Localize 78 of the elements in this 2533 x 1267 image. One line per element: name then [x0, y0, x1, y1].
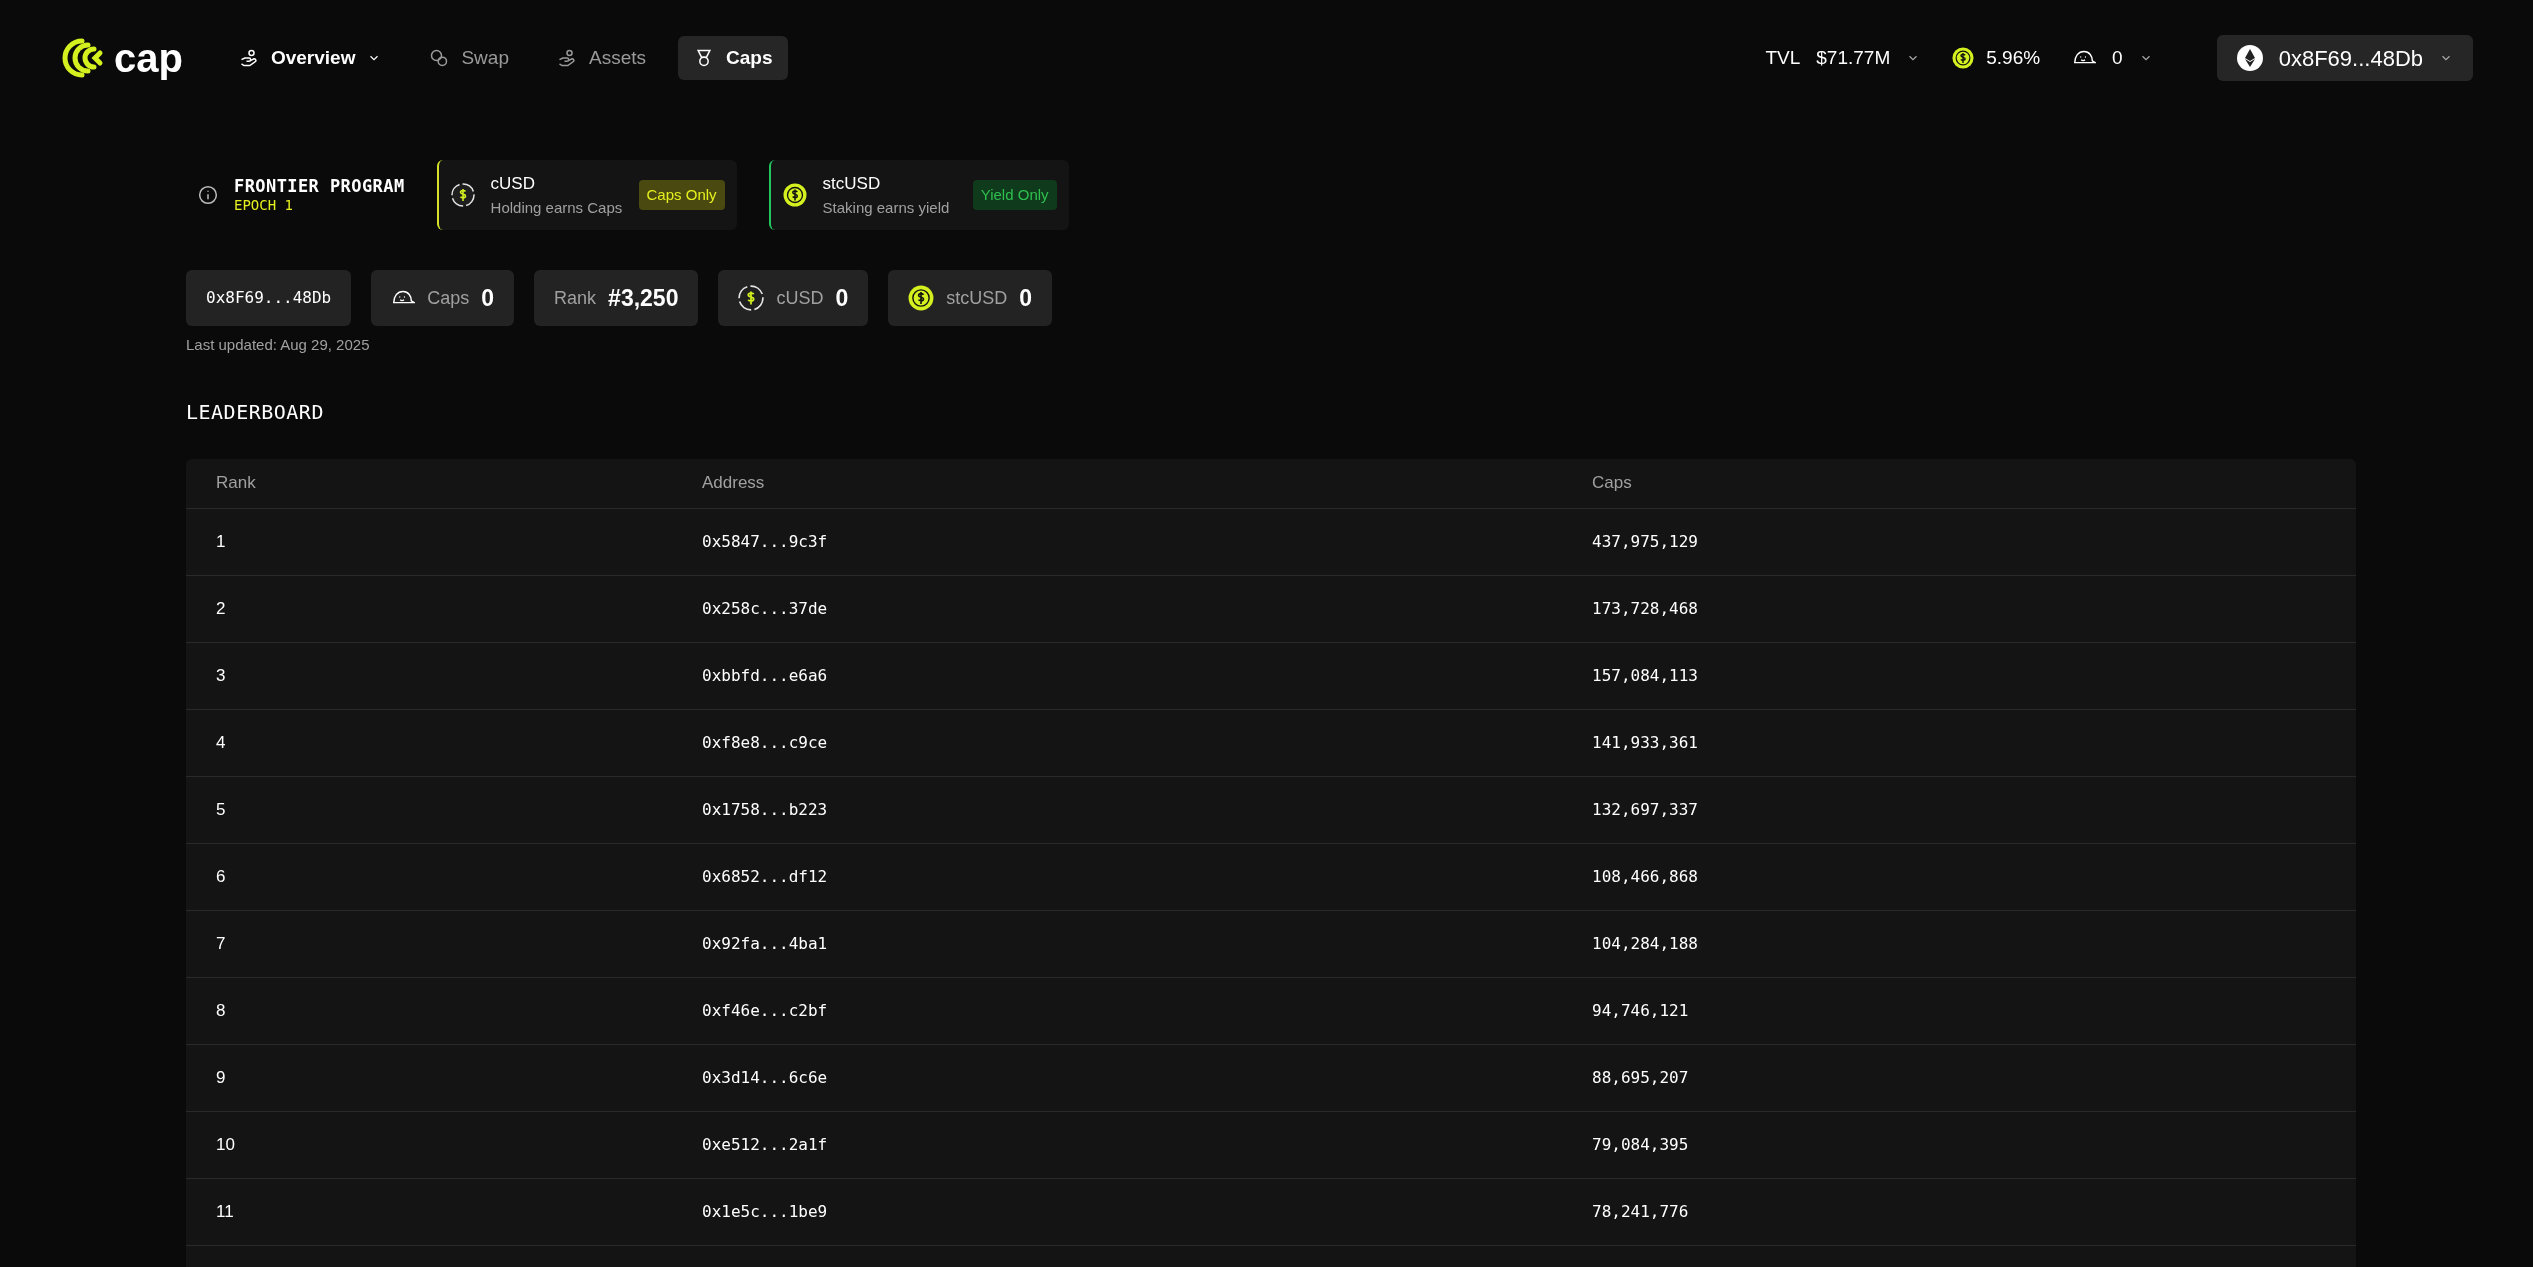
stat-address: 0x8F69...48Db	[206, 287, 332, 309]
column-header: Address	[702, 472, 766, 495]
column-header: Rank	[216, 472, 257, 495]
table-cell-text: 0x92fa...4ba1	[702, 932, 829, 955]
coins-icon	[429, 48, 450, 68]
token-name: stcUSD	[822, 173, 882, 195]
stat-label: Rank	[554, 286, 597, 310]
table-cell-text: 0xbbfd...e6a6	[702, 664, 829, 687]
nav-tab[interactable]: Assets	[540, 36, 662, 80]
table-cell-text: 0x258c...37de	[702, 597, 829, 620]
table-cell-text: 0x5847...9c3f	[702, 530, 829, 553]
tvl-value: $71.77M	[1816, 45, 1891, 70]
apy-value: 5.96%	[1986, 45, 2041, 70]
caps-count: 0	[2112, 45, 2123, 70]
token-description: Staking earns yield	[822, 197, 951, 218]
dollar-coin-icon	[1952, 47, 1975, 69]
hand-coin-icon	[238, 48, 259, 68]
table-cell-text: 0x3d14...6c6e	[702, 1066, 829, 1089]
table-cell-text: 5	[216, 798, 227, 821]
medal-icon	[694, 48, 714, 68]
table-cell-text: 6	[216, 865, 227, 888]
stat-value: #3,250	[608, 283, 679, 313]
info-icon[interactable]	[198, 185, 218, 205]
table-cell-text: 157,084,113	[1592, 664, 1699, 687]
table-cell-text: 437,975,129	[1592, 530, 1699, 553]
table-cell-text: 0xe512...2a1f	[702, 1133, 829, 1156]
stat-value: 0	[481, 283, 495, 313]
column-header: Caps	[1592, 472, 1633, 495]
leaderboard-title: LEADERBOARD	[186, 398, 325, 426]
table-cell-text: 7	[216, 932, 227, 955]
dollar-coin-icon	[908, 285, 935, 311]
tvl-dropdown[interactable]: TVL $71.77M	[1765, 43, 1921, 73]
logo-text: cap	[114, 38, 183, 78]
table-cell-text: 108,466,868	[1592, 865, 1699, 888]
table-cell-text: 11	[216, 1200, 235, 1223]
dollar-coin-icon	[738, 285, 765, 311]
table-cell-text: 0x1758...b223	[702, 798, 829, 821]
table-cell-text: 78,241,776	[1592, 1200, 1690, 1223]
table-cell-text: 0xf8e8...c9ce	[702, 731, 829, 754]
stat-label: Caps	[427, 286, 470, 310]
table-cell-text: 0x1e5c...1be9	[702, 1200, 829, 1223]
token-name: cUSD	[490, 173, 536, 195]
program-epoch: EPOCH 1	[234, 196, 294, 215]
token-badge: Caps Only	[638, 179, 725, 211]
token-badge: Yield Only	[972, 179, 1057, 211]
nav-tab[interactable]: Swap	[413, 36, 525, 80]
table-cell-text: 8	[216, 999, 227, 1022]
table-cell-text: 94,746,121	[1592, 999, 1690, 1022]
stat-value: 0	[1019, 283, 1033, 313]
table-cell-text: 141,933,361	[1592, 731, 1699, 754]
stat-label: stcUSD	[946, 286, 1008, 310]
hand-coin-icon	[556, 48, 577, 68]
table-cell-text: 10	[216, 1133, 236, 1156]
dollar-coin-icon	[450, 183, 475, 207]
table-cell-text: 104,284,188	[1592, 932, 1699, 955]
caps-dropdown[interactable]: 0	[2072, 43, 2153, 73]
table-cell-text: 1	[216, 530, 227, 553]
stat-value: 0	[835, 283, 849, 313]
table-cell-text: 3	[216, 664, 227, 687]
tvl-label: TVL	[1765, 45, 1801, 70]
table-cell-text: 0xf46e...c2bf	[702, 999, 829, 1022]
dollar-coin-icon	[782, 183, 807, 207]
table-cell-text: 9	[216, 1066, 227, 1089]
table-cell-text: 0x6852...df12	[702, 865, 829, 888]
table-cell-text: 79,084,395	[1592, 1133, 1690, 1156]
program-title: FRONTIER PROGRAM	[234, 175, 405, 197]
table-cell-text: 132,697,337	[1592, 798, 1699, 821]
wallet-button[interactable]: 0x8F69...48Db	[2216, 35, 2473, 81]
nav-tab[interactable]: Caps	[678, 36, 789, 80]
token-description: Holding earns Caps	[490, 197, 623, 218]
ethereum-icon	[2236, 45, 2263, 71]
nav-tab[interactable]: Overview	[222, 36, 398, 80]
table-cell-text: 2	[216, 597, 227, 620]
table-cell-text: 88,695,207	[1592, 1066, 1690, 1089]
stat-label: cUSD	[776, 286, 824, 310]
last-updated-text: Last updated: Aug 29, 2025	[186, 335, 371, 355]
table-cell-text: 173,728,468	[1592, 597, 1699, 620]
table-cell-text: 4	[216, 731, 227, 754]
